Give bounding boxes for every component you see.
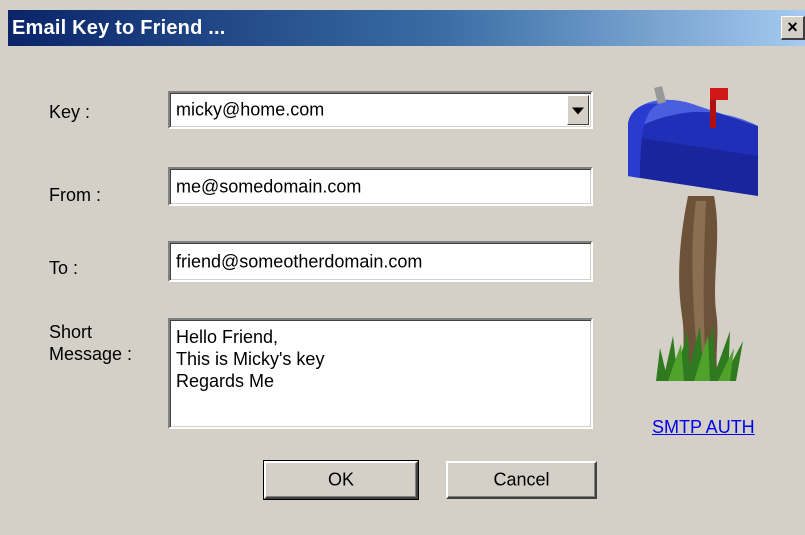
to-field-value: friend@someotherdomain.com [176,251,423,271]
close-button[interactable]: × [781,16,805,40]
chevron-down-icon [572,107,584,115]
cancel-button[interactable]: Cancel [446,461,597,499]
close-icon: × [787,17,798,37]
message-textarea-value: Hello Friend, This is Micky's key Regard… [176,327,325,391]
dialog-title: Email Key to Friend ... [12,17,226,39]
email-key-dialog: Email Key to Friend ... × Key : micky@ho… [0,0,805,535]
from-field[interactable]: me@somedomain.com [168,167,593,206]
key-label: Key : [49,102,91,122]
key-dropdown-button[interactable] [567,95,589,125]
ok-button[interactable]: OK [263,460,419,500]
to-field[interactable]: friend@someotherdomain.com [168,241,593,282]
ok-button-label: OK [327,469,354,490]
message-label-line2: Message : [49,344,133,364]
message-label-line1: Short [49,322,93,342]
title-bar[interactable]: Email Key to Friend ... × [8,10,805,46]
key-dropdown[interactable]: micky@home.com [168,91,593,129]
smtp-auth-link[interactable]: SMTP AUTH [652,417,755,438]
message-textarea[interactable]: Hello Friend, This is Micky's key Regard… [168,318,593,429]
mailbox-icon [628,86,758,381]
cancel-button-label: Cancel [493,469,550,490]
to-label: To : [49,258,79,278]
from-label: From : [49,185,101,205]
key-dropdown-value: micky@home.com [176,99,325,120]
from-field-value: me@somedomain.com [176,176,362,196]
